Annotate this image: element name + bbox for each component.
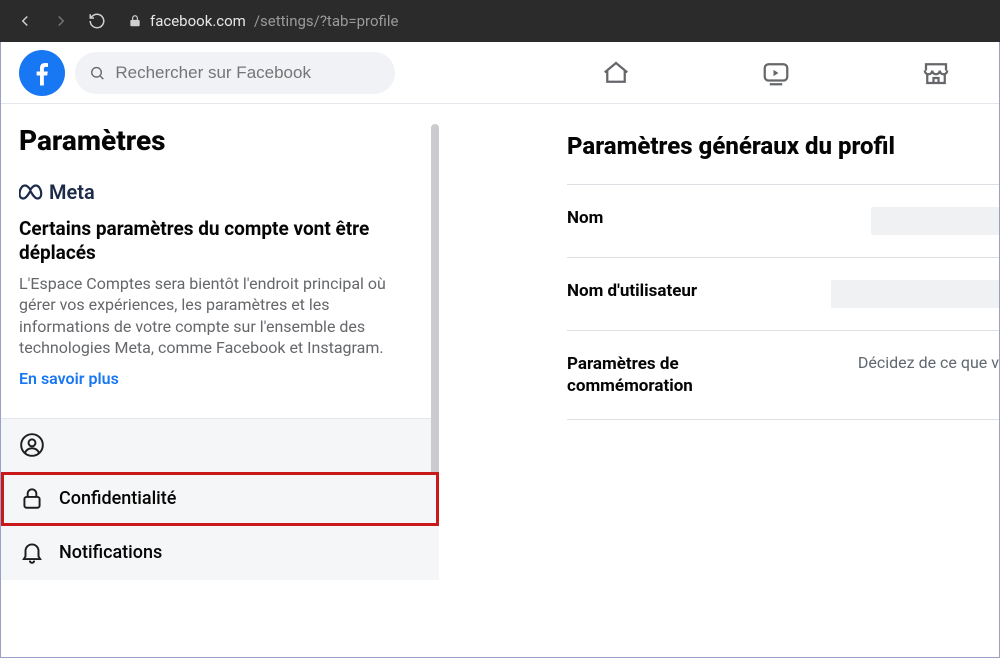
setting-label: Paramètres de commémoration (567, 353, 792, 397)
forward-button[interactable] (46, 6, 76, 36)
arrow-right-icon (52, 12, 70, 30)
search-icon (89, 64, 105, 82)
meta-description: L'Espace Comptes sera bientôt l'endroit … (19, 273, 421, 359)
nav-marketplace[interactable] (901, 50, 971, 96)
browser-chrome: facebook.com/settings/?tab=profile (0, 0, 1000, 42)
search-input[interactable] (115, 63, 381, 83)
top-nav (581, 50, 981, 96)
settings-main: Paramètres généraux du profil Nom Nom d'… (439, 104, 999, 657)
url-path: /settings/?tab=profile (254, 12, 399, 30)
setting-row-memorialization[interactable]: Paramètres de commémoration Décidez de c… (567, 330, 999, 420)
setting-label: Nom (567, 207, 792, 229)
arrow-left-icon (16, 12, 34, 30)
sidebar-item-notifications[interactable]: Notifications (1, 526, 439, 580)
facebook-logo[interactable] (19, 50, 65, 96)
sidebar-item-label: Notifications (59, 542, 162, 563)
sidebar-list: Confidentialité Notifications (1, 418, 439, 580)
sidebar-item-privacy[interactable]: Confidentialité (1, 472, 439, 526)
setting-value-placeholder (831, 280, 999, 308)
bell-icon (19, 539, 45, 565)
back-button[interactable] (10, 6, 40, 36)
reload-button[interactable] (82, 6, 112, 36)
settings-sidebar: Paramètres Meta Certains paramètres du c… (1, 104, 439, 657)
nav-home[interactable] (581, 50, 651, 96)
fb-body: Paramètres Meta Certains paramètres du c… (1, 104, 999, 657)
meta-brand-text: Meta (49, 180, 95, 204)
meta-learn-more-link[interactable]: En savoir plus (19, 369, 421, 388)
app-area: Paramètres Meta Certains paramètres du c… (0, 42, 1000, 658)
lock-icon (19, 485, 45, 511)
setting-row-username[interactable]: Nom d'utilisateur (567, 257, 999, 330)
url-host: facebook.com (150, 12, 246, 30)
setting-row-name[interactable]: Nom (567, 184, 999, 257)
setting-description: Décidez de ce que v (858, 353, 999, 372)
reload-icon (88, 12, 106, 30)
address-bar[interactable]: facebook.com/settings/?tab=profile (128, 12, 398, 30)
sidebar-item-label: Confidentialité (59, 488, 176, 509)
setting-value-placeholder (871, 207, 999, 235)
facebook-f-icon (27, 58, 57, 88)
meta-headline: Certains paramètres du compte vont être … (19, 217, 421, 265)
search-box[interactable] (75, 52, 395, 94)
lock-icon (128, 14, 142, 28)
nav-watch[interactable] (741, 50, 811, 96)
home-icon (601, 58, 631, 88)
marketplace-icon (921, 58, 951, 88)
settings-rows: Nom Nom d'utilisateur Paramètres de comm… (439, 184, 999, 420)
meta-brand: Meta (19, 179, 421, 205)
sidebar-item-profile[interactable] (1, 418, 439, 472)
meta-infinity-icon (19, 179, 45, 205)
sidebar-title: Paramètres (1, 124, 439, 171)
setting-label: Nom d'utilisateur (567, 280, 792, 302)
person-icon (19, 432, 45, 458)
fb-topbar (1, 42, 999, 104)
sidebar-scrollbar[interactable] (431, 124, 439, 504)
main-title: Paramètres généraux du profil (439, 132, 999, 184)
meta-notice: Meta Certains paramètres du compte vont … (1, 171, 439, 404)
watch-icon (761, 58, 791, 88)
